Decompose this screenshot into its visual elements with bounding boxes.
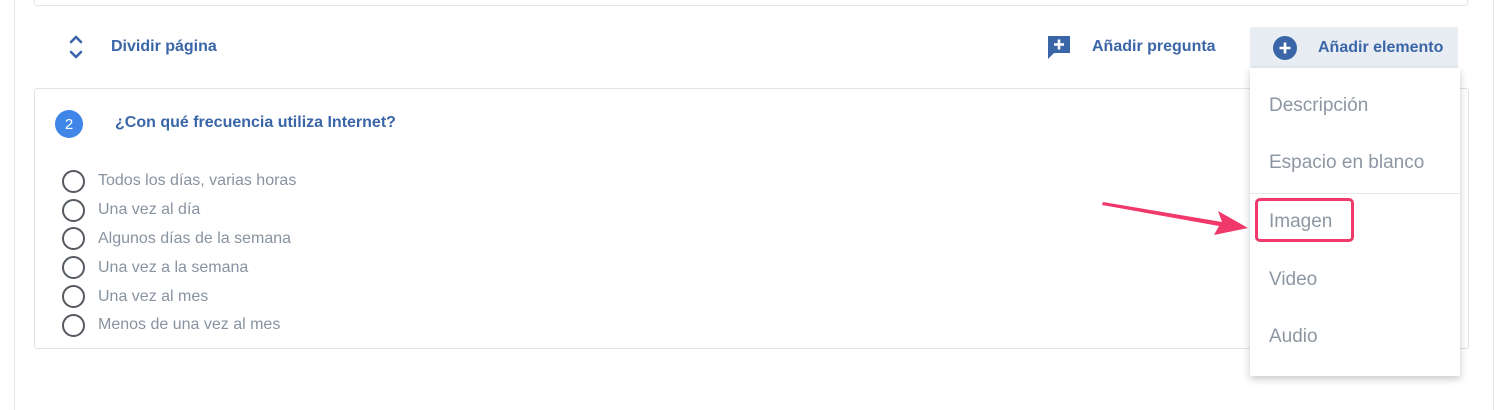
- radio-button[interactable]: [62, 313, 85, 337]
- menu-item-video[interactable]: Video: [1269, 269, 1317, 291]
- option-item[interactable]: Una vez a la semana: [62, 253, 296, 282]
- add-element-dropdown-menu: Descripción Espacio en blanco Imagen Vid…: [1250, 68, 1460, 376]
- radio-button[interactable]: [62, 198, 85, 222]
- option-label: Algunos días de la semana: [98, 229, 292, 247]
- option-label: Todos los días, varias horas: [98, 172, 297, 190]
- menu-item-description[interactable]: Descripción: [1269, 95, 1368, 117]
- add-element-label: Añadir elemento: [1318, 38, 1444, 56]
- split-page-label: Dividir página: [111, 38, 217, 55]
- radio-button[interactable]: [62, 227, 85, 251]
- menu-item-image[interactable]: Imagen: [1269, 211, 1332, 233]
- radio-button[interactable]: [62, 256, 85, 280]
- radio-button[interactable]: [62, 169, 85, 193]
- add-question-button[interactable]: Añadir pregunta: [1046, 33, 1216, 61]
- plus-circle-icon: [1273, 35, 1297, 60]
- option-item[interactable]: Algunos días de la semana: [62, 225, 296, 254]
- add-question-label: Añadir pregunta: [1092, 38, 1216, 55]
- option-item[interactable]: Una vez al mes: [62, 282, 296, 311]
- option-item[interactable]: Una vez al día: [62, 196, 296, 225]
- option-label: Una vez al mes: [98, 287, 209, 305]
- menu-item-audio[interactable]: Audio: [1269, 326, 1318, 348]
- previous-question-card: [34, 0, 1468, 6]
- add-element-button[interactable]: Añadir elemento: [1250, 27, 1458, 68]
- option-label: Una vez al día: [98, 201, 201, 219]
- radio-button[interactable]: [62, 285, 85, 309]
- menu-divider: [1250, 193, 1460, 194]
- question-title: ¿Con qué frecuencia utiliza Internet?: [115, 114, 396, 131]
- add-comment-icon: [1048, 36, 1070, 59]
- option-item[interactable]: Menos de una vez al mes: [62, 311, 296, 340]
- options-list: Todos los días, varias horas Una vez al …: [62, 167, 296, 340]
- expand-collapse-icon: [69, 35, 83, 59]
- option-item[interactable]: Todos los días, varias horas: [62, 167, 296, 196]
- question-number-badge: 2: [55, 110, 83, 138]
- annotation-arrow-icon: [1102, 202, 1248, 235]
- split-page-button[interactable]: Dividir página: [66, 33, 217, 61]
- option-label: Menos de una vez al mes: [98, 316, 281, 334]
- option-label: Una vez a la semana: [98, 258, 249, 276]
- menu-item-blank-space[interactable]: Espacio en blanco: [1269, 152, 1424, 174]
